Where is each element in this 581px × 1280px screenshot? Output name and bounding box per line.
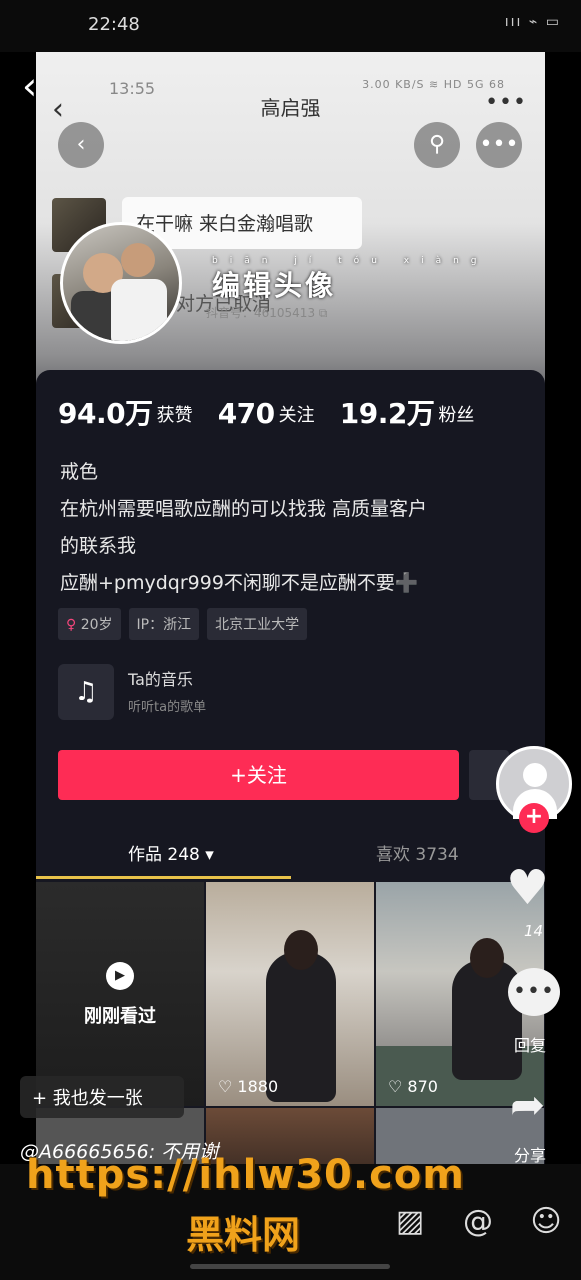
tag-ip: IP：浙江 (128, 608, 200, 640)
profile-bio: 戒色 在杭州需要唱歌应酬的可以找我 高质量客户 的联系我 应酬+pmydqr99… (60, 454, 530, 602)
tag-school[interactable]: 北京工业大学 (207, 608, 308, 640)
female-icon: ♀ (66, 617, 77, 633)
play-icon: ▶ (106, 962, 134, 990)
like-count: 14 (524, 922, 544, 940)
likes-count: 94.0万 (58, 397, 153, 430)
bio-line: 戒色 (60, 461, 99, 483)
followers-label[interactable]: 粉丝 (438, 405, 474, 426)
video-thumbnail[interactable]: ♡ 1880 (206, 882, 374, 1106)
profile-tags: ♀ 20岁 IP：浙江 北京工业大学 (58, 608, 308, 640)
share-label: 分享 (514, 1146, 547, 1165)
chat-contact-name: 高启强 (260, 96, 321, 120)
tag-age: ♀ 20岁 (58, 608, 121, 640)
embedded-screenshot: 13:55 3.00 KB/S ≋ HD 5G 68 ‹ 高启强 ••• 22:… (36, 52, 545, 1164)
watermark-url: https://ihlw30.com (26, 1152, 465, 1198)
music-subtitle: 听听ta的歌单 (128, 700, 207, 715)
bio-line: 的联系我 (60, 535, 137, 557)
follow-plus-icon[interactable]: + (519, 803, 549, 833)
followers-count[interactable]: 19.2万 (340, 397, 435, 430)
chat-status-icons: 3.00 KB/S ≋ HD 5G 68 (362, 78, 505, 91)
following-label[interactable]: 关注 (279, 405, 315, 426)
image-icon[interactable]: ▨ (390, 1202, 430, 1242)
profile-avatar[interactable] (60, 222, 182, 344)
video-grid: ▶ 刚刚看过 ♡ 1880 ♡ 870 (36, 882, 545, 1164)
profile-back-button[interactable]: ‹ (58, 122, 104, 168)
chat-more-icon[interactable]: ••• (485, 90, 527, 115)
profile-stats: 94.0万 获赞 470 关注 19.2万 粉丝 (58, 392, 494, 442)
emoji-icon[interactable]: ☺ (526, 1202, 566, 1242)
watermark-name: 黑料网 (186, 1213, 301, 1257)
profile-tabs: 作品 248 ▾ 喜欢 3734 (36, 830, 545, 879)
music-title[interactable]: Ta的音乐 (128, 666, 193, 690)
post-one-button[interactable]: + 我也发一张 (20, 1076, 184, 1118)
douyin-id[interactable]: 抖音号：46105413 ⧉ (206, 304, 327, 321)
tab-underline (36, 876, 291, 879)
comment-icon[interactable]: ••• (508, 968, 560, 1016)
video-like-count: ♡ 1880 (218, 1077, 279, 1096)
following-count[interactable]: 470 (218, 397, 275, 430)
profile-panel: 94.0万 获赞 470 关注 19.2万 粉丝 戒色 在杭州需要唱歌应酬的可以找我 … (36, 370, 545, 1164)
home-indicator (190, 1264, 390, 1269)
video-thumbnail[interactable]: ▶ 刚刚看过 (36, 882, 204, 1106)
tab-likes[interactable]: 喜欢 3734 (376, 840, 459, 865)
outer-status-bar: 22:48 ııı ⌁ ▭ (0, 0, 581, 52)
tag-age-text: 20岁 (80, 617, 113, 633)
bio-line: 在杭州需要唱歌应酬的可以找我 高质量客户 (60, 498, 428, 520)
follow-button[interactable]: +关注 (58, 750, 459, 800)
outer-clock: 22:48 (88, 14, 140, 35)
outer-system-icons: ııı ⌁ ▭ (504, 14, 561, 30)
bio-line: 应酬+pmydqr999不闲聊不是应酬不要➕ (60, 572, 419, 594)
video-like-count: ♡ 870 (388, 1077, 438, 1096)
edit-avatar-pinyin: biān jí tóu xiàng (212, 256, 489, 266)
likes-label: 获赞 (156, 405, 193, 426)
tab-works[interactable]: 作品 248 ▾ (128, 840, 214, 865)
edit-avatar-text: 编辑头像 (212, 269, 337, 302)
share-icon[interactable]: ➦ (510, 1080, 545, 1129)
heart-icon[interactable]: ♥ (506, 860, 549, 916)
comment-label: 回复 (514, 1036, 547, 1055)
search-icon[interactable]: ⚲ (414, 122, 460, 168)
recently-viewed-caption: 刚刚看过 (84, 1006, 156, 1027)
music-note-icon[interactable]: ♫ (58, 664, 114, 720)
more-options-icon[interactable]: ••• (476, 122, 522, 168)
edit-avatar-label[interactable]: biān jí tóu xiàng 编辑头像 (212, 256, 489, 304)
thumbnail-head (284, 930, 318, 970)
at-icon[interactable]: @ (458, 1202, 498, 1242)
thumbnail-head (470, 938, 504, 978)
